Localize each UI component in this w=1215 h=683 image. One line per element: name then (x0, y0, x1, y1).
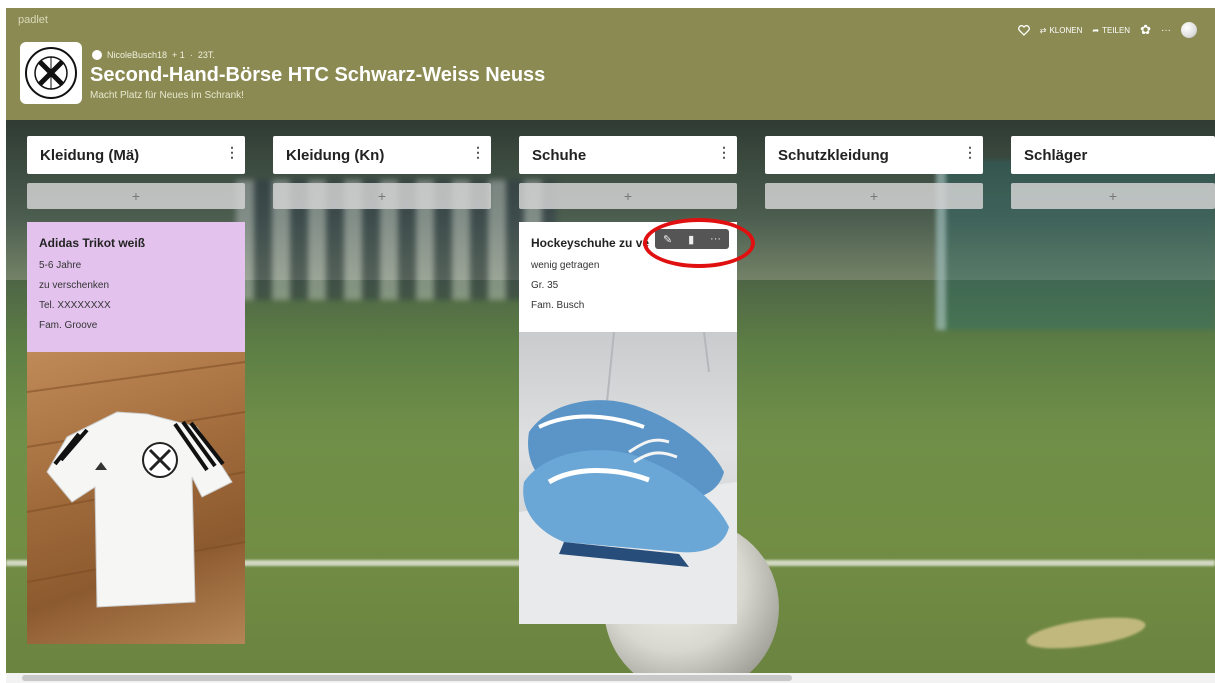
add-post-button[interactable]: + (765, 183, 983, 209)
column-header-kleidung-mae[interactable]: Kleidung (Mä) ⋮ (27, 136, 245, 174)
horizontal-scrollbar[interactable] (6, 673, 1215, 683)
column-header-schuhe[interactable]: Schuhe ⋮ (519, 136, 737, 174)
board-meta: NicoleBusch18 + 1 · 23T. (92, 50, 215, 60)
add-post-button[interactable]: + (1011, 183, 1215, 209)
column-menu-icon[interactable]: ⋮ (717, 145, 731, 159)
add-post-button[interactable]: + (27, 183, 245, 209)
share-icon: ➦ (1092, 25, 1100, 35)
post-line: Gr. 35 (531, 280, 559, 291)
settings-button[interactable]: ✿ (1140, 22, 1151, 38)
shirt-image (27, 361, 245, 608)
post-image-shoes[interactable] (519, 331, 737, 624)
contributor-count: + 1 (172, 50, 185, 60)
column-menu-icon[interactable]: ⋮ (963, 145, 977, 159)
add-post-button[interactable]: + (273, 183, 491, 209)
add-post-button[interactable]: + (519, 183, 737, 209)
post-line: Fam. Busch (531, 300, 585, 311)
share-button[interactable]: ➦ TEILEN (1092, 26, 1130, 35)
club-logo (20, 42, 82, 104)
post-image-shirt[interactable] (27, 352, 245, 644)
column-title: Kleidung (Mä) (40, 146, 140, 164)
post-line: Fam. Groove (39, 320, 98, 331)
column-menu-icon[interactable]: ⋮ (471, 145, 485, 159)
clone-button[interactable]: ⇄ KLONEN (1040, 26, 1083, 35)
more-icon: ··· (1161, 24, 1171, 36)
shoes-image (519, 331, 737, 624)
author-name[interactable]: NicoleBusch18 (107, 50, 167, 60)
post-line: zu verschenken (39, 280, 110, 291)
column-title: Schläger (1024, 146, 1088, 164)
column-header-schlaeger[interactable]: Schläger (1011, 136, 1215, 174)
column-header-schutzkleidung[interactable]: Schutzkleidung ⋮ (765, 136, 983, 174)
board-age: 23T. (197, 50, 215, 60)
club-seal-icon (25, 47, 77, 99)
padlet-window: padlet NicoleBusch18 + 1 · 23T. Second-H… (6, 8, 1215, 683)
like-button[interactable] (1017, 24, 1030, 36)
heart-icon (1017, 24, 1030, 36)
post-title: Adidas Trikot weiß (39, 236, 146, 250)
board-title: Second-Hand-Börse HTC Schwarz-Weiss Neus… (90, 64, 546, 86)
more-button[interactable]: ··· (1161, 25, 1171, 36)
clone-icon: ⇄ (1039, 25, 1047, 35)
column-menu-icon[interactable]: ⋮ (225, 145, 239, 159)
share-label: TEILEN (1102, 25, 1131, 35)
padlet-logo-text[interactable]: padlet (18, 14, 48, 26)
column-title: Schutzkleidung (778, 146, 889, 164)
clone-label: KLONEN (1049, 25, 1083, 35)
scrollbar-thumb[interactable] (22, 675, 792, 681)
author-avatar[interactable] (92, 50, 102, 60)
post-card[interactable]: Adidas Trikot weiß 5-6 Jahre zu verschen… (27, 222, 245, 644)
column-header-kleidung-kn[interactable]: Kleidung (Kn) ⋮ (273, 136, 491, 174)
header-actions: ⇄ KLONEN ➦ TEILEN ✿ ··· (1017, 22, 1197, 38)
annotation-circle (643, 218, 755, 268)
user-avatar[interactable] (1181, 22, 1197, 38)
board-header: padlet NicoleBusch18 + 1 · 23T. Second-H… (6, 8, 1215, 120)
board-subtitle: Macht Platz für Neues im Schrank! (90, 90, 244, 101)
column-title: Kleidung (Kn) (286, 146, 385, 164)
post-line: Tel. XXXXXXXX (39, 300, 111, 311)
post-card[interactable]: Hockeyschuhe zu ve wenig getragen Gr. 35… (519, 222, 737, 624)
column-title: Schuhe (532, 146, 587, 164)
gear-icon: ✿ (1140, 22, 1151, 37)
post-line: 5-6 Jahre (39, 260, 82, 271)
